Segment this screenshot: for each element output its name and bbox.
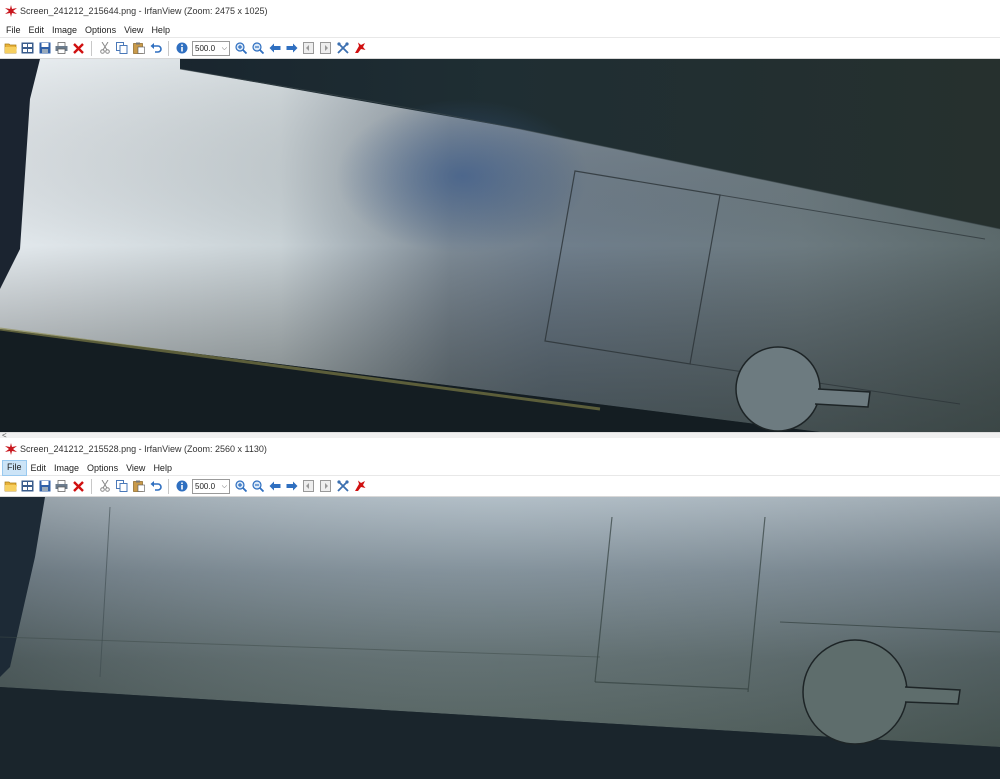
irfanview-app-icon (5, 5, 17, 17)
menu-bar: File Edit Image Options View Help (0, 459, 1000, 476)
chevron-down-icon: ⌵ (221, 44, 227, 52)
thumbnails-icon[interactable] (19, 478, 36, 495)
menu-image[interactable]: Image (50, 461, 83, 475)
zoom-out-icon[interactable] (249, 478, 266, 495)
copy-icon[interactable] (113, 40, 130, 57)
window-title: Screen_241212_215644.png - IrfanView (Zo… (20, 6, 268, 16)
next-icon[interactable] (283, 40, 300, 57)
title-bar[interactable]: Screen_241212_215528.png - IrfanView (Zo… (0, 438, 1000, 460)
zoom-in-icon[interactable] (232, 478, 249, 495)
aircraft-wing-image (0, 59, 1000, 432)
menu-image[interactable]: Image (48, 23, 81, 37)
next-icon[interactable] (283, 478, 300, 495)
settings-icon[interactable] (334, 40, 351, 57)
window-title: Screen_241212_215528.png - IrfanView (Zo… (20, 444, 267, 454)
toolbar-separator (91, 40, 92, 56)
menu-view[interactable]: View (122, 461, 149, 475)
delete-icon[interactable] (70, 40, 87, 57)
menu-bar: File Edit Image Options View Help (0, 22, 1000, 38)
image-canvas[interactable] (0, 59, 1000, 432)
zoom-select[interactable]: 500.0 ⌵ (192, 478, 230, 494)
copy-icon[interactable] (113, 478, 130, 495)
image-canvas[interactable] (0, 497, 1000, 779)
aircraft-wing-image (0, 497, 1000, 779)
toolbar: 500.0 ⌵ (0, 476, 1000, 497)
first-page-icon[interactable] (300, 478, 317, 495)
exit-icon[interactable] (351, 40, 368, 57)
print-icon[interactable] (53, 40, 70, 57)
irfanview-app-icon (5, 443, 17, 455)
zoom-select[interactable]: 500.0 ⌵ (192, 40, 230, 56)
undo-icon[interactable] (147, 40, 164, 57)
toolbar: 500.0 ⌵ (0, 38, 1000, 59)
print-icon[interactable] (53, 478, 70, 495)
cut-icon[interactable] (96, 478, 113, 495)
thumbnails-icon[interactable] (19, 40, 36, 57)
save-icon[interactable] (36, 40, 53, 57)
first-page-icon[interactable] (300, 40, 317, 57)
toolbar-separator (168, 40, 169, 56)
info-icon[interactable] (173, 478, 190, 495)
menu-help[interactable]: Help (147, 23, 174, 37)
delete-icon[interactable] (70, 478, 87, 495)
paste-icon[interactable] (130, 478, 147, 495)
last-page-icon[interactable] (317, 478, 334, 495)
open-folder-icon[interactable] (2, 40, 19, 57)
save-icon[interactable] (36, 478, 53, 495)
menu-options[interactable]: Options (81, 23, 120, 37)
last-page-icon[interactable] (317, 40, 334, 57)
zoom-out-icon[interactable] (249, 40, 266, 57)
title-bar[interactable]: Screen_241212_215644.png - IrfanView (Zo… (0, 0, 1000, 22)
menu-file[interactable]: File (2, 23, 25, 37)
menu-view[interactable]: View (120, 23, 147, 37)
zoom-value: 500.0 (195, 481, 216, 491)
menu-help[interactable]: Help (149, 461, 176, 475)
menu-edit[interactable]: Edit (27, 461, 51, 475)
toolbar-separator (168, 478, 169, 494)
paste-icon[interactable] (130, 40, 147, 57)
previous-icon[interactable] (266, 478, 283, 495)
menu-edit[interactable]: Edit (25, 23, 49, 37)
cut-icon[interactable] (96, 40, 113, 57)
chevron-down-icon: ⌵ (221, 482, 227, 490)
exit-icon[interactable] (351, 478, 368, 495)
undo-icon[interactable] (147, 478, 164, 495)
open-folder-icon[interactable] (2, 478, 19, 495)
irfanview-window-1: Screen_241212_215644.png - IrfanView (Zo… (0, 0, 1000, 438)
info-icon[interactable] (173, 40, 190, 57)
zoom-value: 500.0 (195, 43, 216, 53)
menu-file[interactable]: File (2, 459, 27, 476)
previous-icon[interactable] (266, 40, 283, 57)
zoom-in-icon[interactable] (232, 40, 249, 57)
scroll-left-arrow[interactable]: < (2, 431, 7, 438)
menu-options[interactable]: Options (83, 461, 122, 475)
irfanview-window-2: Screen_241212_215528.png - IrfanView (Zo… (0, 438, 1000, 779)
settings-icon[interactable] (334, 478, 351, 495)
toolbar-separator (91, 478, 92, 494)
